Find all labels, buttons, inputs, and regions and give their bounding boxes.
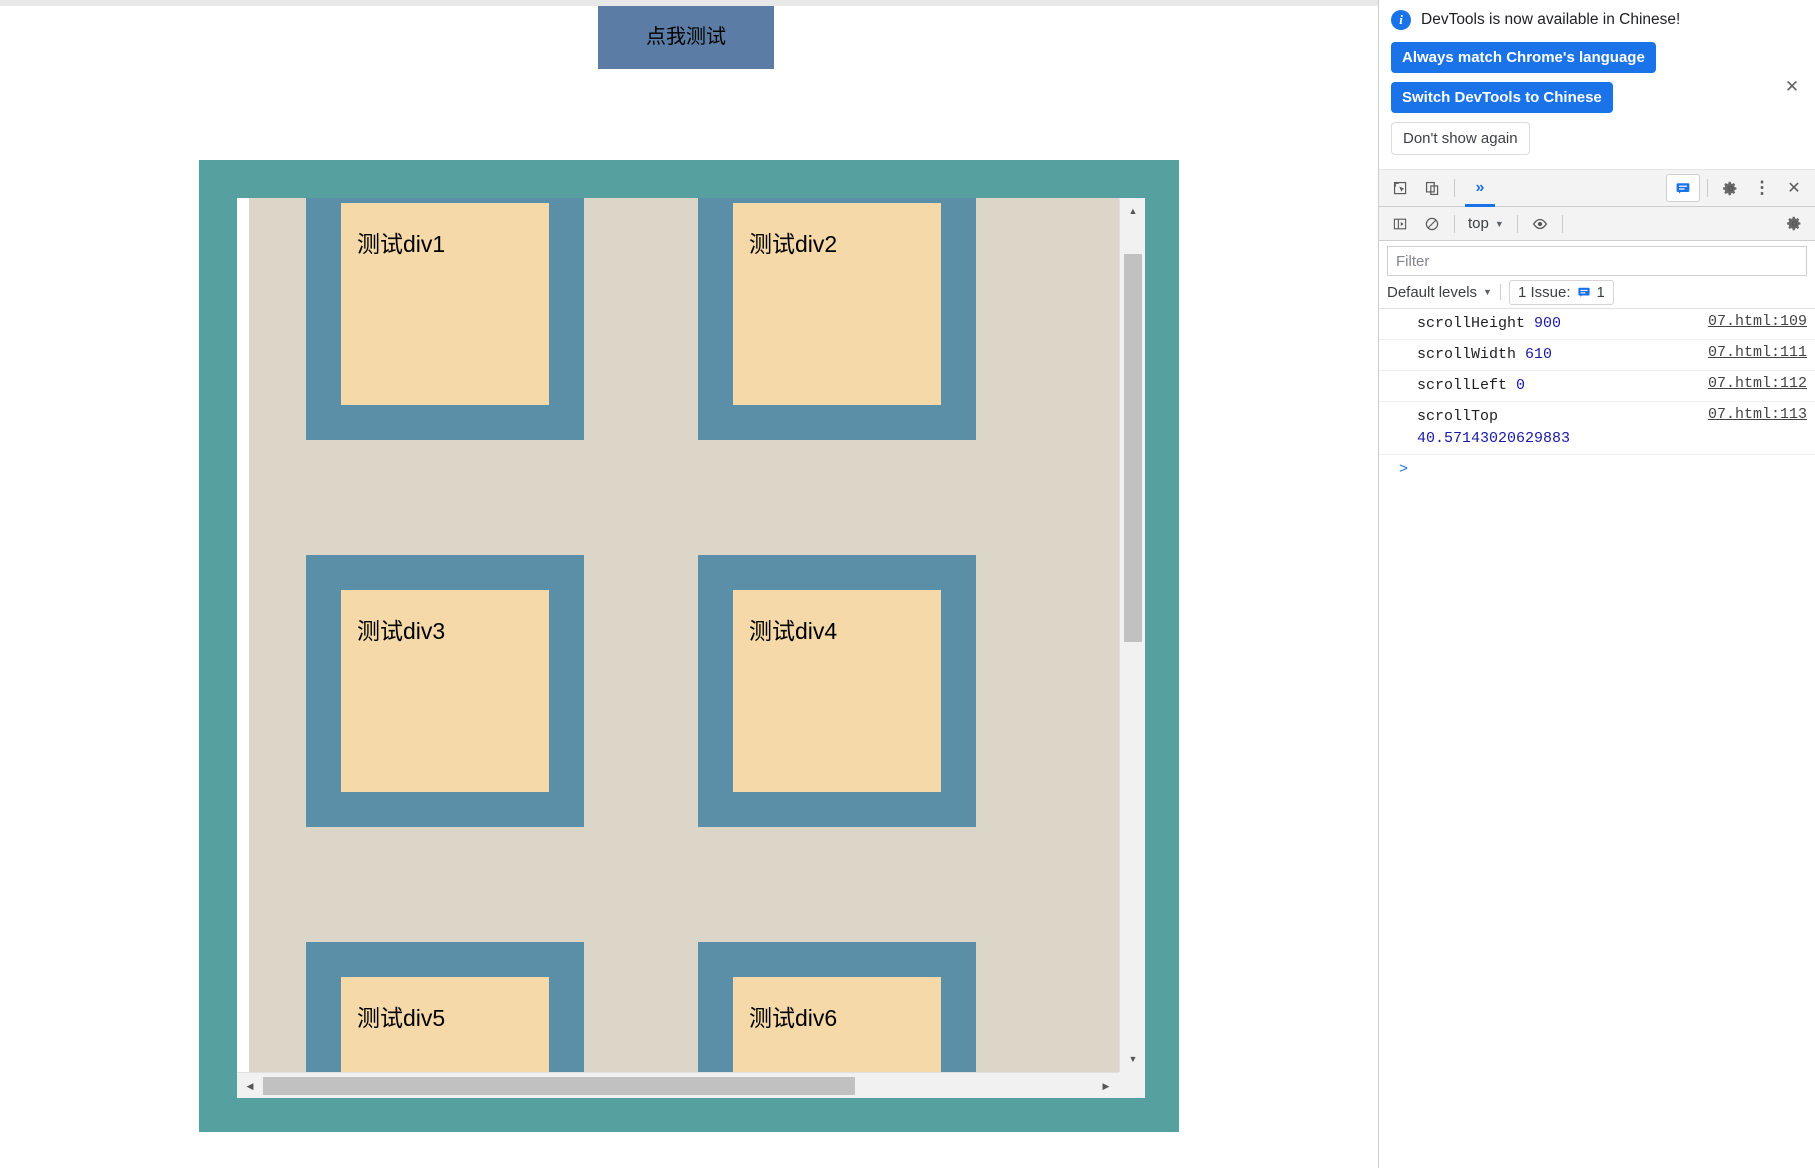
dont-show-again-button[interactable]: Don't show again: [1391, 122, 1530, 155]
devtools-toolbar: » ⋮ ✕: [1379, 170, 1815, 207]
console-message-source[interactable]: 07.html:111: [1700, 344, 1807, 366]
close-icon[interactable]: ✕: [1783, 77, 1801, 96]
horizontal-scrollbar[interactable]: ◀ ▶: [237, 1072, 1145, 1098]
console-message-value: 900: [1534, 315, 1562, 332]
live-expression-eye-icon[interactable]: [1525, 210, 1555, 238]
devtools-panel: i DevTools is now available in Chinese! …: [1378, 0, 1815, 1168]
inner-box-label: 测试div3: [341, 590, 549, 792]
scroll-frame: 测试div1 测试div2 测试div3 测试div4 测试div5 测试div…: [199, 160, 1179, 1132]
scroll-box[interactable]: 测试div1 测试div2 测试div3 测试div4 测试div5 测试div…: [237, 198, 1145, 1098]
default-levels-dropdown[interactable]: Default levels ▼: [1387, 284, 1492, 301]
close-devtools-icon[interactable]: ✕: [1779, 174, 1809, 202]
console-toolbar: top ▼: [1379, 207, 1815, 241]
levels-divider: [1499, 284, 1501, 300]
kebab-menu-icon[interactable]: ⋮: [1747, 174, 1777, 202]
scroll-content: 测试div1 测试div2 测试div3 测试div4 测试div5 测试div…: [249, 198, 1125, 1098]
console-message-source[interactable]: 07.html:109: [1700, 313, 1807, 335]
language-banner-message-row: i DevTools is now available in Chinese!: [1391, 10, 1803, 30]
chevron-down-icon: ▼: [1483, 287, 1492, 297]
console-message-row[interactable]: scrollTop 40.57143020629883 07.html:113: [1379, 402, 1815, 455]
inner-box-label: 测试div4: [733, 590, 941, 792]
box-grid: 测试div1 测试div2 测试div3 测试div4 测试div5 测试div…: [249, 198, 1125, 1098]
console-message-text: scrollWidth 610: [1417, 344, 1700, 366]
console-settings-gear-icon[interactable]: [1779, 210, 1809, 238]
issues-badge[interactable]: 1 Issue: 1: [1508, 279, 1614, 305]
console-message-text: scrollLeft 0: [1417, 375, 1700, 397]
screen: 点我测试 测试div1 测试div2 测试div3 测试div4 测试div5 …: [0, 0, 1815, 1168]
toolbar-divider: [1516, 214, 1518, 233]
scroll-right-arrow-icon[interactable]: ▶: [1093, 1073, 1119, 1098]
inner-box-label: 测试div2: [733, 203, 941, 405]
console-message-value: 610: [1525, 346, 1553, 363]
console-message-text: scrollHeight 900: [1417, 313, 1700, 335]
filter-area: [1379, 241, 1815, 276]
console-messages-icon[interactable]: [1666, 174, 1700, 202]
scroll-up-arrow-icon[interactable]: ▲: [1120, 198, 1145, 224]
console-prompt[interactable]: >: [1379, 455, 1815, 484]
gear-icon[interactable]: [1715, 174, 1745, 202]
outer-box[interactable]: 测试div4: [698, 555, 976, 827]
inner-box-label: 测试div1: [341, 203, 549, 405]
console-message-source[interactable]: 07.html:112: [1700, 375, 1807, 397]
execution-context-label: top: [1468, 215, 1489, 232]
console-message-label: scrollLeft: [1417, 377, 1517, 394]
console-sidebar-toggle-icon[interactable]: [1385, 210, 1415, 238]
filter-input[interactable]: [1387, 246, 1807, 276]
toolbar-divider: [1454, 179, 1455, 197]
language-banner: i DevTools is now available in Chinese! …: [1379, 0, 1815, 170]
tab-overflow-more[interactable]: »: [1462, 170, 1498, 207]
language-banner-message: DevTools is now available in Chinese!: [1421, 11, 1681, 28]
console-message-value: 0: [1516, 377, 1526, 394]
issues-count: 1: [1596, 283, 1605, 301]
console-message-row[interactable]: scrollLeft 0 07.html:112: [1379, 371, 1815, 402]
scroll-down-arrow-icon[interactable]: ▼: [1120, 1046, 1145, 1072]
scrollbar-corner: [1119, 1072, 1145, 1098]
console-message-label: scrollHeight: [1417, 315, 1535, 332]
outer-box[interactable]: 测试div3: [306, 555, 584, 827]
toolbar-divider: [1561, 214, 1563, 233]
toolbar-divider: [1454, 214, 1455, 233]
test-button[interactable]: 点我测试: [598, 6, 774, 69]
console-message-value: 40.57143020629883: [1417, 430, 1571, 447]
horizontal-scrollbar-thumb[interactable]: [263, 1077, 855, 1095]
issue-message-icon: [1577, 287, 1590, 297]
vertical-scrollbar-thumb[interactable]: [1124, 254, 1142, 642]
inspect-element-icon[interactable]: [1385, 174, 1415, 202]
default-levels-label: Default levels: [1387, 283, 1478, 301]
outer-box[interactable]: 测试div1: [306, 198, 584, 440]
console-message-label: scrollWidth: [1417, 346, 1526, 363]
info-icon: i: [1391, 10, 1411, 30]
console-message-row[interactable]: scrollHeight 900 07.html:109: [1379, 309, 1815, 340]
console-message-source[interactable]: 07.html:113: [1700, 406, 1807, 450]
box-row: 测试div1 测试div2: [249, 198, 1125, 440]
toolbar-divider: [1707, 179, 1708, 197]
page-viewport: 点我测试 测试div1 测试div2 测试div3 测试div4 测试div5 …: [0, 0, 1378, 1168]
console-message-row[interactable]: scrollWidth 610 07.html:111: [1379, 340, 1815, 371]
console-levels-row: Default levels ▼ 1 Issue: 1: [1379, 276, 1815, 309]
language-banner-actions: Always match Chrome's language Switch De…: [1391, 42, 1803, 155]
always-match-language-button[interactable]: Always match Chrome's language: [1391, 42, 1656, 73]
chevron-down-icon: ▼: [1494, 218, 1504, 229]
scroll-left-arrow-icon[interactable]: ◀: [237, 1073, 263, 1098]
console-message-list: scrollHeight 900 07.html:109 scrollWidth…: [1379, 309, 1815, 484]
device-toolbar-toggle-icon[interactable]: [1417, 174, 1447, 202]
issues-label: 1 Issue:: [1517, 283, 1571, 301]
console-message-text: scrollTop 40.57143020629883: [1417, 406, 1700, 450]
console-prompt-caret-icon: >: [1399, 461, 1409, 478]
execution-context-dropdown[interactable]: top ▼: [1462, 215, 1510, 232]
outer-box[interactable]: 测试div2: [698, 198, 976, 440]
box-row: 测试div3 测试div4: [249, 555, 1125, 827]
clear-console-icon[interactable]: [1417, 210, 1447, 238]
vertical-scrollbar[interactable]: ▲ ▼: [1119, 198, 1145, 1072]
switch-devtools-language-button[interactable]: Switch DevTools to Chinese: [1391, 82, 1613, 113]
console-message-label: scrollTop: [1417, 408, 1499, 425]
